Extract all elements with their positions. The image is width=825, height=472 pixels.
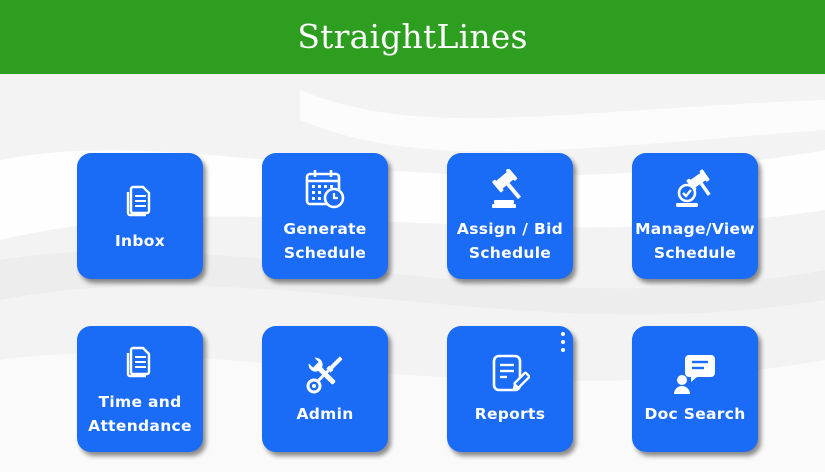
tools-icon (303, 352, 347, 396)
documents-icon (118, 179, 162, 223)
tile-label: Reports (474, 405, 546, 423)
tile-admin[interactable]: Admin (262, 326, 388, 452)
tile-label: Time and Attendance (88, 393, 192, 435)
tile-assign-bid-schedule[interactable]: Assign / Bid Schedule (447, 153, 573, 279)
tile-manage-view-schedule[interactable]: Manage/View Schedule (632, 153, 758, 279)
gavel-icon (488, 167, 532, 211)
user-chat-icon (673, 352, 717, 396)
tile-label: Doc Search (644, 405, 746, 423)
tile-label: Assign / Bid Schedule (456, 220, 564, 262)
app-title: StraightLines (297, 16, 528, 56)
more-options-icon[interactable] (560, 332, 566, 352)
tile-label: Admin (296, 405, 354, 423)
app-header: StraightLines (0, 0, 825, 74)
report-edit-icon (488, 352, 532, 396)
tile-reports[interactable]: Reports (447, 326, 573, 452)
tile-label: Generate Schedule (283, 220, 367, 262)
tile-label: Manage/View Schedule (635, 220, 755, 262)
documents-icon (118, 340, 162, 384)
tile-doc-search[interactable]: Doc Search (632, 326, 758, 452)
tile-label: Inbox (114, 232, 166, 250)
tile-inbox[interactable]: Inbox (77, 153, 203, 279)
calendar-clock-icon (303, 167, 347, 211)
gavel-check-icon (673, 167, 717, 211)
tile-time-and-attendance[interactable]: Time and Attendance (77, 326, 203, 452)
tile-generate-schedule[interactable]: Generate Schedule (262, 153, 388, 279)
